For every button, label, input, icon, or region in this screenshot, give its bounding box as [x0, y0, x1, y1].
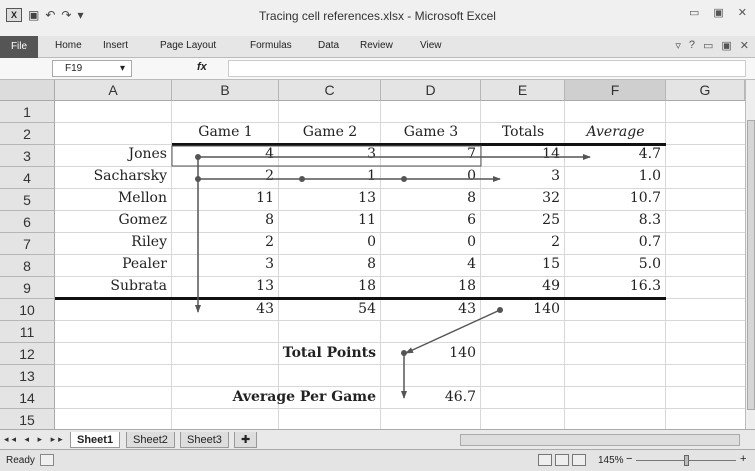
macro-record-icon[interactable] — [40, 454, 54, 466]
vertical-scrollbar[interactable] — [745, 80, 755, 429]
tab-sheet3[interactable]: Sheet3 — [180, 432, 229, 448]
ribbon-right-controls: ▿ ? ▭ ▣ ✕ — [675, 39, 749, 52]
title-bar: X ▣ ↶ ↷ ▾ Tracing cell references.xlsx -… — [0, 0, 755, 36]
sheet-tab-bar: ◂◂ ◂ ▸ ▸▸ Sheet1 Sheet2 Sheet3 ✚ — [0, 429, 755, 449]
status-ready: Ready — [6, 455, 35, 466]
page-layout-view-icon[interactable] — [555, 454, 569, 466]
doc-close-icon[interactable]: ✕ — [740, 39, 749, 52]
fx-icon[interactable]: fx — [197, 61, 207, 73]
precedent-box — [171, 145, 482, 167]
zoom-level[interactable]: 145% — [598, 455, 624, 466]
trace-arrows — [171, 145, 591, 399]
name-box-value: F19 — [65, 63, 83, 74]
doc-restore-icon[interactable]: ▣ — [721, 39, 731, 52]
formula-input[interactable] — [228, 60, 746, 77]
name-box-dropdown-icon[interactable]: ▾ — [120, 61, 125, 76]
zoom-slider-knob[interactable] — [684, 455, 689, 466]
minimize-icon[interactable]: ▭ — [689, 6, 699, 19]
ribbon-tabs: File Home Insert Page Layout Formulas Da… — [0, 36, 755, 58]
tab-sheet1[interactable]: Sheet1 — [70, 432, 121, 448]
arrow-origin-dot — [299, 176, 305, 182]
tab-formulas[interactable]: Formulas — [250, 40, 292, 51]
tab-insert[interactable]: Insert — [103, 40, 128, 51]
sheet-nav-icons[interactable]: ◂◂ ◂ ▸ ▸▸ — [4, 434, 66, 445]
tab-data[interactable]: Data — [318, 40, 339, 51]
horizontal-scrollbar[interactable] — [460, 434, 740, 446]
arrow-origin-dot — [401, 176, 407, 182]
window-title: Tracing cell references.xlsx - Microsoft… — [259, 9, 496, 23]
ribbon-minimize-icon[interactable]: ▿ — [675, 39, 681, 52]
tab-file[interactable]: File — [0, 36, 38, 58]
restore-icon[interactable]: ▣ — [713, 6, 723, 19]
tab-view[interactable]: View — [420, 40, 442, 51]
view-buttons — [538, 454, 586, 466]
vertical-scroll-thumb[interactable] — [747, 120, 755, 410]
dependent-arrow-total — [405, 309, 501, 354]
tab-review[interactable]: Review — [360, 40, 393, 51]
help-icon[interactable]: ? — [689, 39, 695, 52]
formula-bar: F19 ▾ fx — [0, 58, 755, 80]
spreadsheet-grid[interactable]: A B C D E F G 1 2 3 4 5 6 7 8 9 10 11 12 13 14 15 Game… — [0, 80, 745, 431]
normal-view-icon[interactable] — [538, 454, 552, 466]
status-bar: Ready 145% − + — [0, 449, 755, 471]
zoom-in-icon[interactable]: + — [740, 453, 746, 465]
insert-sheet-icon[interactable]: ✚ — [234, 432, 258, 448]
doc-minimize-icon[interactable]: ▭ — [703, 39, 713, 52]
tab-page-layout[interactable]: Page Layout — [160, 40, 216, 51]
zoom-out-icon[interactable]: − — [626, 453, 632, 465]
name-box[interactable]: F19 ▾ — [52, 60, 132, 77]
tab-sheet2[interactable]: Sheet2 — [126, 432, 175, 448]
page-break-view-icon[interactable] — [572, 454, 586, 466]
window-controls: ▭ ▣ ✕ — [689, 6, 747, 19]
close-icon[interactable]: ✕ — [738, 6, 747, 19]
tab-home[interactable]: Home — [55, 40, 82, 51]
